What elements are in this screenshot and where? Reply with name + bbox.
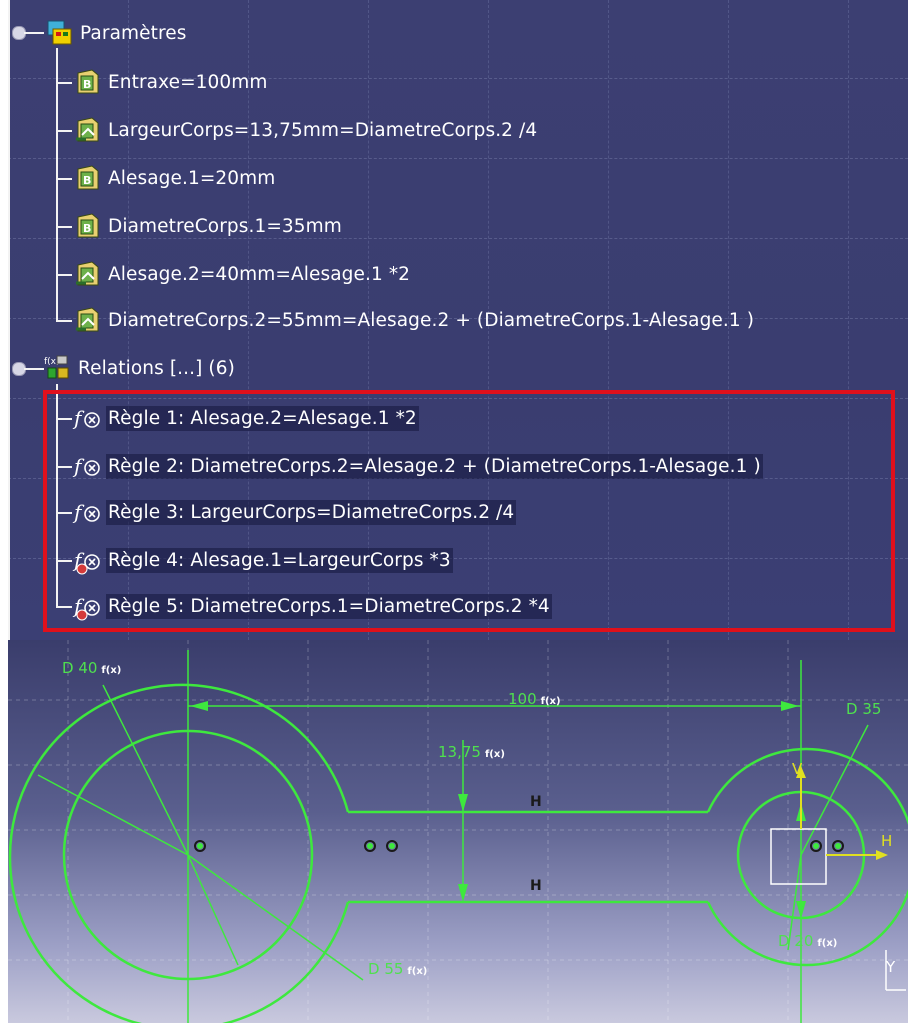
svg-text:B: B — [83, 174, 91, 187]
axis-label: H — [881, 832, 893, 850]
tree-label-param: LargeurCorps=13,75mm=DiametreCorps.2 /4 — [108, 119, 538, 141]
parameter-icon: B — [77, 165, 99, 190]
sketch-viewport[interactable]: D 40 f(x) 100 f(x) D 35 13,75 f(x) D 55 f(x)… — [8, 640, 908, 1023]
tree-node-param-entraxe[interactable]: B Entraxe=100mm — [72, 65, 270, 99]
tree-node-param-diametrecorps2[interactable]: DiametreCorps.2=55mm=Alesage.2 + (Diamet… — [72, 303, 756, 337]
formula-tag-icon: f(x) — [484, 749, 505, 760]
constraint-label: H — [530, 794, 542, 810]
horizontal-constraint-bottom[interactable]: H — [530, 878, 542, 894]
tree-label-param: Alesage.2=40mm=Alesage.1 *2 — [108, 263, 411, 285]
formula-tag-icon: f(x) — [817, 938, 838, 949]
axis-label-y: Y — [886, 958, 895, 976]
dimension-d55[interactable]: D 55 f(x) — [368, 960, 427, 978]
left-outer-circle — [8, 683, 350, 1023]
tree-label-parametres: Paramètres — [80, 22, 187, 44]
tree-node-param-largeurcorps[interactable]: LargeurCorps=13,75mm=DiametreCorps.2 /4 — [72, 113, 539, 147]
tree-node-param-diametrecorps1[interactable]: B DiametreCorps.1=35mm — [72, 209, 344, 243]
horizontal-constraint-top[interactable]: H — [530, 794, 542, 810]
parameters-set-icon — [47, 20, 72, 45]
dimension-d20[interactable]: D 20 f(x) — [778, 932, 837, 950]
specification-tree: Paramètres B Entraxe=100mm LargeurCorps=… — [8, 0, 908, 640]
dimension-value: D 20 — [778, 932, 814, 950]
tree-node-param-alesage1[interactable]: B Alesage.1=20mm — [72, 161, 277, 195]
tree-node-param-alesage2[interactable]: Alesage.2=40mm=Alesage.1 *2 — [72, 257, 412, 291]
tree-node-parametres[interactable]: Paramètres — [44, 16, 188, 50]
dimension-value: D 55 — [368, 960, 404, 978]
dimension-entraxe[interactable]: 100 f(x) — [508, 690, 561, 708]
formula-tag-icon: f(x) — [407, 966, 428, 977]
tree-label-param: Entraxe=100mm — [108, 71, 268, 93]
dimension-value: 100 — [508, 690, 537, 708]
formula-parameter-icon — [76, 117, 99, 142]
formula-parameter-icon — [76, 307, 99, 332]
tree-label-param: DiametreCorps.2=55mm=Alesage.2 + (Diamet… — [108, 309, 755, 331]
axis-label-h: H — [881, 832, 892, 850]
catia-window: Paramètres B Entraxe=100mm LargeurCorps=… — [0, 0, 908, 1023]
axis-label-v: V — [792, 760, 802, 778]
formula-tag-icon: f(x) — [101, 665, 122, 676]
tree-node-relations[interactable]: f(x) Relations [...] (6) — [42, 351, 237, 385]
relations-icon: f(x) — [44, 355, 69, 379]
axis-label: Y — [886, 958, 896, 976]
dimension-value: D 40 — [62, 659, 98, 677]
svg-text:B: B — [83, 78, 91, 91]
dimension-d40[interactable]: D 40 f(x) — [62, 659, 121, 677]
svg-text:B: B — [83, 222, 91, 235]
parameter-icon: B — [77, 213, 99, 238]
formula-tag-icon: f(x) — [540, 696, 561, 707]
tree-label-param: Alesage.1=20mm — [108, 167, 276, 189]
highlight-frame — [43, 390, 895, 632]
constraint-label: H — [530, 878, 542, 894]
formula-parameter-icon — [76, 261, 99, 286]
sketch-geometry — [8, 640, 908, 1023]
axis-label: V — [792, 760, 803, 778]
dimension-value: D 35 — [846, 700, 882, 718]
parameter-icon: B — [77, 69, 99, 94]
dimension-d35[interactable]: D 35 — [846, 700, 881, 718]
dimension-value: 13,75 — [438, 743, 481, 761]
tree-label-param: DiametreCorps.1=35mm — [108, 215, 342, 237]
tree-label-relations: Relations [...] (6) — [78, 357, 235, 379]
dimension-largeur[interactable]: 13,75 f(x) — [438, 743, 505, 761]
